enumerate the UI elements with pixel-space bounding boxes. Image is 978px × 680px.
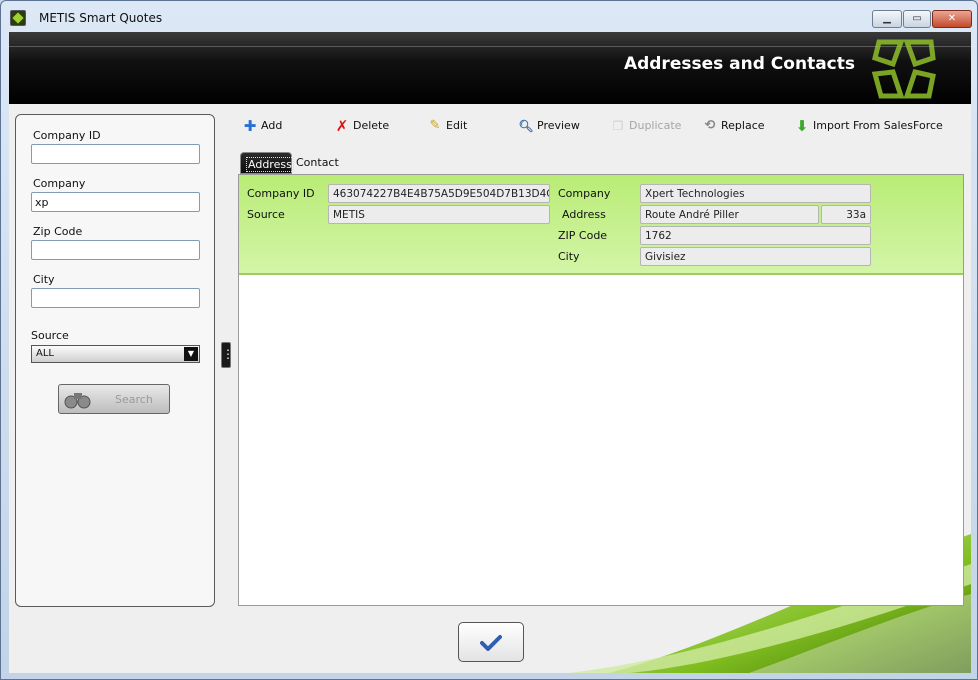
add-button[interactable]: ✚ Add xyxy=(242,117,283,136)
company-label: Company xyxy=(33,177,86,190)
city-input[interactable] xyxy=(31,288,200,308)
source-label: Source xyxy=(31,329,69,342)
address-panel: Company ID 463074227B4E4B75A5D9E504D7B13… xyxy=(238,174,964,606)
edit-button[interactable]: ✎ Edit xyxy=(427,118,468,136)
import-salesforce-button[interactable]: ⬇ Import From SalesForce xyxy=(794,118,943,136)
address-company-id-field[interactable]: 463074227B4E4B75A5D9E504D7B13D4C xyxy=(328,184,550,203)
address-city-field[interactable]: Givisiez xyxy=(640,247,871,266)
delete-x-icon: ✗ xyxy=(335,117,349,135)
client-area: Addresses and Contacts Company ID Compan… xyxy=(9,32,971,673)
panel-splitter-handle[interactable] xyxy=(221,342,231,368)
app-logo-icon xyxy=(10,10,26,26)
address-source-label: Source xyxy=(247,208,285,221)
search-button[interactable]: Search xyxy=(58,384,170,414)
duplicate-label: Duplicate xyxy=(629,119,682,132)
address-street-label: Address xyxy=(562,208,606,221)
maximize-button[interactable]: ▭ xyxy=(903,10,931,28)
city-label: City xyxy=(33,273,55,286)
address-street-field[interactable]: Route André Piller xyxy=(640,205,819,224)
binoculars-icon xyxy=(64,393,91,409)
zip-code-input[interactable] xyxy=(31,240,200,260)
replace-button[interactable]: ⟲ Replace xyxy=(702,118,765,136)
address-city-label: City xyxy=(558,250,580,263)
preview-button[interactable]: 🔍︎ Preview xyxy=(518,118,580,136)
duplicate-icon: ❐ xyxy=(612,119,624,133)
address-source-field[interactable]: METIS xyxy=(328,205,550,224)
search-button-label: Search xyxy=(115,393,153,406)
confirm-button[interactable] xyxy=(458,622,524,662)
close-button[interactable]: ✕ xyxy=(932,10,972,28)
tab-address-label: Address xyxy=(246,157,294,172)
app-window: METIS Smart Quotes ▁ ▭ ✕ Addresses and C… xyxy=(0,0,978,680)
import-label: Import From SalesForce xyxy=(813,119,943,132)
preview-label: Preview xyxy=(537,119,580,132)
title-bar[interactable]: METIS Smart Quotes ▁ ▭ ✕ xyxy=(1,1,977,33)
pencil-icon: ✎ xyxy=(429,118,441,133)
delete-label: Delete xyxy=(353,119,390,132)
source-select[interactable]: ALL ▼ xyxy=(31,345,200,363)
address-company-id-label: Company ID xyxy=(247,187,315,200)
address-zip-label: ZIP Code xyxy=(558,229,608,242)
page-title: Addresses and Contacts xyxy=(623,54,855,74)
minimize-button[interactable]: ▁ xyxy=(872,10,902,28)
company-input[interactable] xyxy=(31,192,200,212)
source-selected-value: ALL xyxy=(36,348,54,359)
tab-address[interactable]: Address xyxy=(240,152,294,174)
edit-label: Edit xyxy=(446,119,468,132)
company-id-input[interactable] xyxy=(31,144,200,164)
chevron-down-icon[interactable]: ▼ xyxy=(184,347,198,361)
header-banner: Addresses and Contacts xyxy=(9,32,971,104)
replace-arrows-icon: ⟲ xyxy=(704,118,716,133)
address-zip-field[interactable]: 1762 xyxy=(640,226,871,245)
down-arrow-icon: ⬇ xyxy=(795,117,809,135)
address-company-label: Company xyxy=(558,187,611,200)
search-panel: Company ID Company Zip Code City Source … xyxy=(15,114,215,607)
delete-button[interactable]: ✗ Delete xyxy=(334,118,389,136)
metis-logo-icon xyxy=(871,39,936,99)
add-label: Add xyxy=(261,119,283,132)
address-company-field[interactable]: Xpert Technologies xyxy=(640,184,871,203)
magnifier-icon: 🔍︎ xyxy=(518,119,534,133)
plus-icon: ✚ xyxy=(243,117,257,135)
replace-label: Replace xyxy=(721,119,765,132)
address-details: Company ID 463074227B4E4B75A5D9E504D7B13… xyxy=(239,175,963,275)
address-number-field[interactable]: 33a xyxy=(821,205,871,224)
window-title: METIS Smart Quotes xyxy=(39,11,163,25)
duplicate-button[interactable]: ❐ Duplicate xyxy=(610,118,682,136)
company-id-label: Company ID xyxy=(33,129,101,142)
content-area: Company ID Company Zip Code City Source … xyxy=(9,104,971,673)
zip-code-label: Zip Code xyxy=(33,225,83,238)
checkmark-icon xyxy=(480,635,502,651)
